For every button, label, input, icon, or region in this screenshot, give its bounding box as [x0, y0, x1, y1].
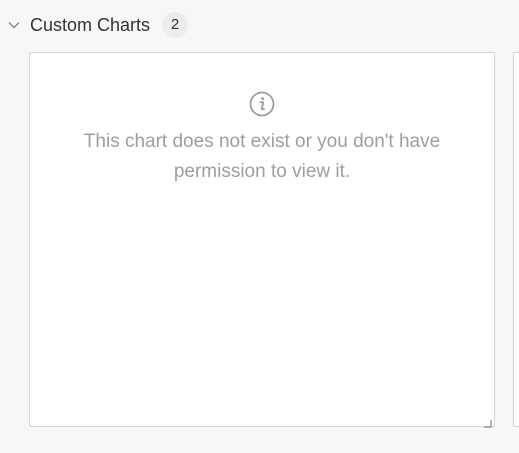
- resize-handle-icon[interactable]: [483, 415, 492, 428]
- chevron-down-icon[interactable]: [7, 18, 21, 32]
- chart-count-badge: 2: [162, 12, 188, 38]
- permission-error-message: This chart does not exist or you don't h…: [83, 131, 441, 182]
- chart-card: This chart does not exist or you don't h…: [29, 52, 495, 428]
- dashboard-section: Custom Charts 2 This chart does not exis…: [0, 0, 519, 453]
- next-chart-card: [513, 52, 519, 427]
- section-title: Custom Charts: [30, 15, 151, 35]
- info-icon: [249, 91, 275, 117]
- custom-charts-section-header[interactable]: Custom Charts 2: [0, 8, 300, 40]
